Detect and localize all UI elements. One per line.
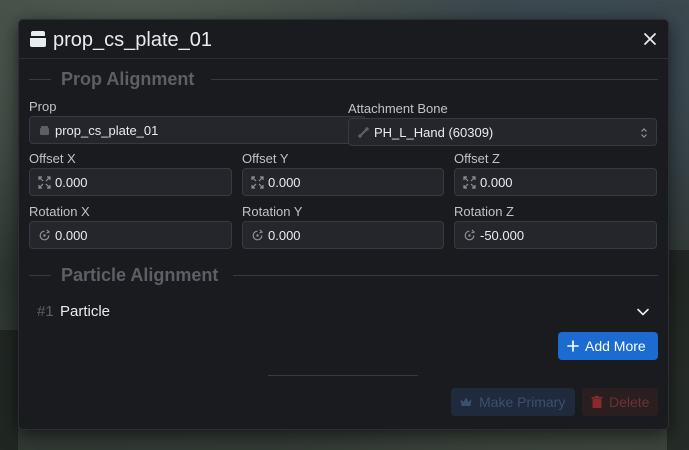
rotate-icon (464, 229, 476, 241)
offset-x-input[interactable]: 0.000 (29, 168, 232, 196)
prop-alignment-divider: Prop Alignment (29, 69, 658, 89)
offset-y-input[interactable]: 0.000 (242, 168, 444, 196)
attachment-bone-value: PH_L_Hand (60309) (374, 125, 494, 140)
rotate-icon (39, 229, 51, 241)
make-primary-button[interactable]: Make Primary (451, 388, 575, 416)
crown-icon (460, 397, 472, 406)
title-bar: prop_cs_plate_01 (19, 20, 668, 59)
chevron-down-icon[interactable] (636, 306, 650, 318)
offset-z-label: Offset Z (454, 151, 500, 166)
offset-x-label: Offset X (29, 151, 76, 166)
delete-button[interactable]: Delete (582, 388, 658, 416)
divider-line (29, 275, 51, 276)
background-shadow-left (0, 330, 18, 450)
divider-line (268, 375, 418, 376)
background-shadow-right (667, 250, 689, 450)
arrows-maximize-icon (251, 176, 264, 189)
particle-accordion-item[interactable]: #1 Particle (37, 302, 650, 322)
prop-field[interactable]: prop_cs_plate_01 (29, 116, 366, 144)
offset-z-input[interactable]: 0.000 (454, 168, 657, 196)
rotation-x-input[interactable]: 0.000 (29, 221, 232, 249)
particle-alignment-heading: Particle Alignment (61, 265, 219, 285)
trash-icon (591, 395, 603, 408)
particle-index: #1 (37, 303, 54, 320)
attachment-bone-label: Attachment Bone (348, 101, 448, 116)
chevron-updown-icon (641, 128, 647, 138)
prop-alignment-heading: Prop Alignment (61, 69, 195, 89)
add-more-label: Add More (585, 338, 646, 354)
rotation-x-value: 0.000 (55, 228, 88, 243)
arrows-maximize-icon (463, 176, 476, 189)
prop-editor-window: prop_cs_plate_01 Prop Alignment Prop pro… (18, 19, 669, 430)
box-icon (30, 31, 46, 47)
divider-line (29, 79, 51, 80)
divider-line (211, 79, 658, 80)
rotate-icon (252, 229, 264, 241)
rotation-x-label: Rotation X (29, 204, 90, 219)
plus-icon (567, 340, 579, 352)
particle-name: Particle (60, 303, 111, 320)
offset-y-value: 0.000 (268, 175, 301, 190)
particle-alignment-divider: Particle Alignment (29, 265, 658, 285)
rotation-z-input[interactable]: -50.000 (454, 221, 657, 249)
attachment-bone-select[interactable]: PH_L_Hand (60309) (348, 118, 657, 146)
make-primary-label: Make Primary (479, 394, 566, 410)
bone-icon (358, 127, 369, 138)
rotation-y-label: Rotation Y (242, 204, 303, 219)
arrows-maximize-icon (38, 176, 51, 189)
rotation-y-value: 0.000 (268, 228, 301, 243)
rotation-y-input[interactable]: 0.000 (242, 221, 444, 249)
divider-line (233, 275, 658, 276)
close-icon[interactable] (642, 31, 658, 47)
offset-z-value: 0.000 (480, 175, 513, 190)
rotation-z-value: -50.000 (480, 228, 525, 243)
prop-label: Prop (29, 99, 57, 114)
box-icon (40, 126, 49, 135)
delete-label: Delete (609, 394, 650, 410)
prop-value: prop_cs_plate_01 (55, 123, 159, 138)
rotation-z-label: Rotation Z (454, 204, 514, 219)
window-title: prop_cs_plate_01 (53, 29, 213, 51)
offset-x-value: 0.000 (55, 175, 88, 190)
offset-y-label: Offset Y (242, 151, 289, 166)
add-more-button[interactable]: Add More (558, 332, 658, 360)
